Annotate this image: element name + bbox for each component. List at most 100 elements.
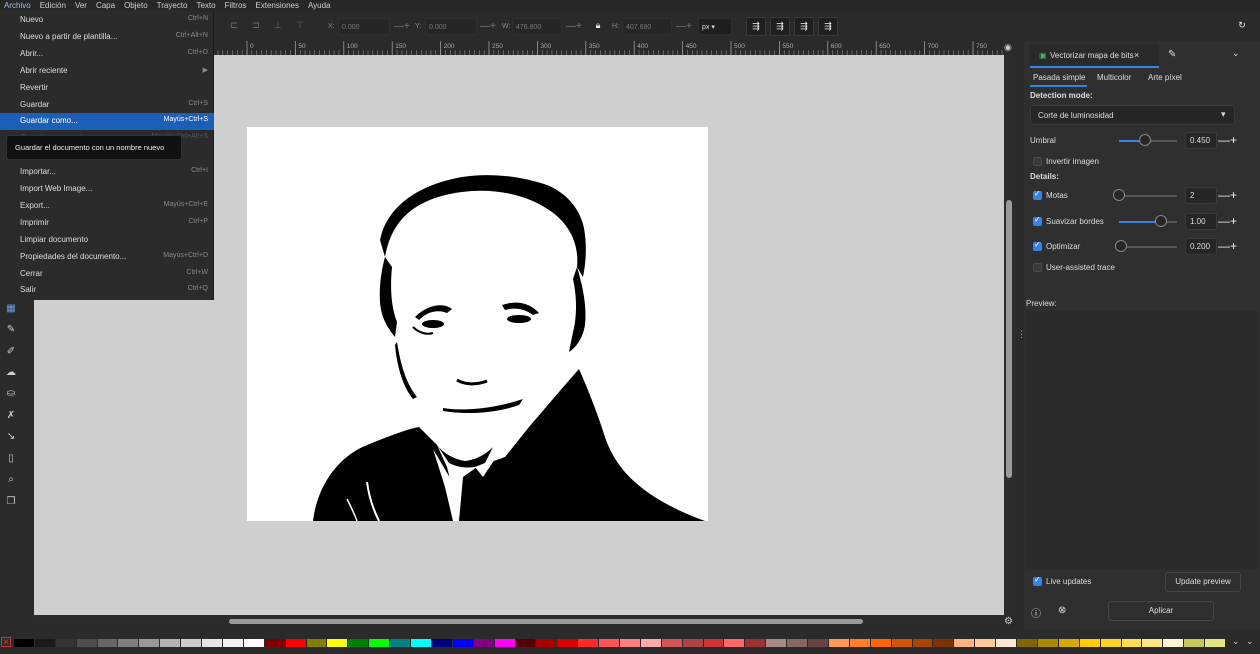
color-swatch[interactable] (954, 639, 975, 647)
color-swatch[interactable] (306, 639, 327, 647)
color-swatch[interactable] (766, 639, 787, 647)
threshold-input[interactable]: 0.450 (1185, 132, 1217, 149)
optimize-slider[interactable] (1119, 246, 1177, 248)
color-swatch[interactable] (996, 639, 1017, 647)
display-mode-icon[interactable]: ⚙ (1004, 616, 1013, 627)
color-swatch[interactable] (473, 639, 494, 647)
color-swatch[interactable] (661, 639, 682, 647)
update-preview-button[interactable]: Update preview (1165, 572, 1241, 592)
w-stepper-icon[interactable]: —+ (566, 18, 582, 35)
speckles-input[interactable]: 2 (1185, 187, 1217, 204)
speckles-stepper-icon[interactable]: —+ (1218, 189, 1237, 201)
color-swatch[interactable] (14, 639, 34, 647)
color-swatch[interactable] (1205, 639, 1225, 647)
unit-select[interactable]: px ▾ (698, 18, 732, 35)
menu-3[interactable]: Capa (96, 0, 115, 11)
color-swatch[interactable] (181, 639, 202, 647)
color-swatch[interactable] (828, 639, 849, 647)
color-swatch[interactable] (599, 639, 619, 647)
lock-icon[interactable]: 🔒︎ (588, 17, 608, 36)
color-swatch[interactable] (348, 639, 369, 647)
color-swatch[interactable] (139, 639, 160, 647)
palette-menu-chevron-icon[interactable]: ⌄ (1232, 636, 1240, 647)
color-swatch[interactable] (536, 639, 557, 647)
file-menu-item[interactable]: Import Web Image... (0, 181, 214, 198)
threshold-slider-knob[interactable] (1139, 134, 1152, 146)
invert-image-checkbox[interactable] (1033, 157, 1042, 166)
color-swatch[interactable] (640, 639, 661, 647)
help-icon[interactable]: ⓘ (1031, 605, 1041, 620)
color-swatch[interactable] (745, 639, 766, 647)
optimize-slider-knob[interactable] (1115, 240, 1127, 252)
pencil-icon[interactable]: ✐ (4, 345, 18, 359)
document-page[interactable] (247, 127, 708, 522)
color-swatch[interactable] (1037, 639, 1058, 647)
optimize-stepper-icon[interactable]: —+ (1218, 240, 1237, 252)
connector-icon[interactable]: ↘ (4, 430, 18, 444)
optimize-input[interactable]: 0.200 (1185, 238, 1217, 255)
speckles-slider-knob[interactable] (1113, 189, 1125, 201)
smooth-corners-checkbox[interactable] (1033, 215, 1042, 226)
vertical-scrollbar-thumb[interactable] (1006, 200, 1012, 478)
transform-gradients-icon[interactable]: ⇶ (794, 17, 814, 36)
file-menu-item[interactable]: Imprimir Ctrl+P (0, 215, 214, 232)
color-swatch[interactable] (787, 639, 808, 647)
menu-8[interactable]: Extensiones (255, 0, 299, 11)
menu-2[interactable]: Ver (75, 0, 87, 11)
color-swatch[interactable] (515, 639, 536, 647)
paint-bucket-icon[interactable]: ⛀ (4, 387, 18, 401)
x-input[interactable]: 0.000 (338, 18, 390, 35)
panel-tab-trace[interactable]: ▣ Vectorizar mapa de bits × (1030, 44, 1159, 68)
align-center-icon[interactable]: ⊐ (246, 17, 266, 36)
color-swatch[interactable] (76, 639, 97, 647)
file-menu-item[interactable]: Abrir... Ctrl+O (0, 46, 214, 63)
file-menu-item[interactable]: Limpiar documento (0, 232, 214, 249)
color-swatch[interactable] (849, 639, 870, 647)
h-input[interactable]: 407.680 (622, 18, 672, 35)
color-swatch[interactable] (1079, 639, 1100, 647)
w-input[interactable]: 476.800 (512, 18, 562, 35)
horizontal-scrollbar-thumb[interactable] (229, 619, 863, 624)
color-swatch[interactable] (97, 639, 118, 647)
zoom-icon[interactable]: ⌕ (4, 473, 18, 487)
file-menu-item[interactable]: Importar... Ctrl+I (0, 164, 214, 181)
speckles-checkbox[interactable] (1033, 189, 1042, 200)
file-menu-item[interactable]: Salir Ctrl+Q (0, 282, 214, 299)
pages-icon[interactable]: ❐ (4, 495, 18, 509)
color-swatch[interactable] (411, 639, 431, 647)
threshold-stepper-icon[interactable]: —+ (1218, 134, 1237, 146)
menu-6[interactable]: Texto (196, 0, 215, 11)
color-swatch[interactable] (285, 639, 306, 647)
user-assisted-checkbox[interactable] (1033, 263, 1042, 272)
color-swatch[interactable] (118, 639, 139, 647)
eraser-icon[interactable]: ✗ (4, 409, 18, 423)
color-swatch[interactable] (620, 639, 640, 647)
color-swatch[interactable] (578, 639, 599, 647)
apply-button[interactable]: Aplicar (1108, 601, 1214, 621)
edit-tab-icon[interactable]: ✎ (1168, 49, 1176, 60)
snap-toggle-icon[interactable]: ↻ (1232, 17, 1252, 36)
scale-stroke-icon[interactable]: ⇶ (746, 17, 766, 36)
dropper-icon[interactable]: ✎ (4, 323, 18, 337)
color-swatch[interactable] (202, 639, 222, 647)
tab-pixel-art[interactable]: Arte píxel (1148, 73, 1182, 82)
color-swatch[interactable] (870, 639, 891, 647)
color-swatch[interactable] (1121, 639, 1142, 647)
color-swatch[interactable] (703, 639, 724, 647)
menu-9[interactable]: Ayuda (308, 0, 331, 11)
color-swatch[interactable] (682, 639, 703, 647)
spray-icon[interactable]: ☁ (4, 366, 18, 380)
measure-icon[interactable]: ▯ (4, 452, 18, 466)
smooth-corners-input[interactable]: 1.00 (1185, 213, 1217, 230)
color-swatch[interactable] (933, 639, 954, 647)
close-tab-icon[interactable]: × (1134, 50, 1139, 60)
menu-0[interactable]: Archivo (4, 0, 31, 11)
file-menu-item[interactable]: Guardar Ctrl+S (0, 97, 214, 114)
color-swatch[interactable] (1058, 639, 1079, 647)
x-stepper-icon[interactable]: —+ (394, 18, 410, 35)
color-swatch[interactable] (327, 639, 348, 647)
color-swatch[interactable] (891, 639, 912, 647)
smooth-corners-slider[interactable] (1119, 221, 1177, 223)
file-menu-item[interactable]: Nuevo a partir de plantilla... Ctrl+Alt+N (0, 29, 214, 46)
zoom-corner-icon[interactable]: ◉ (1004, 42, 1012, 53)
